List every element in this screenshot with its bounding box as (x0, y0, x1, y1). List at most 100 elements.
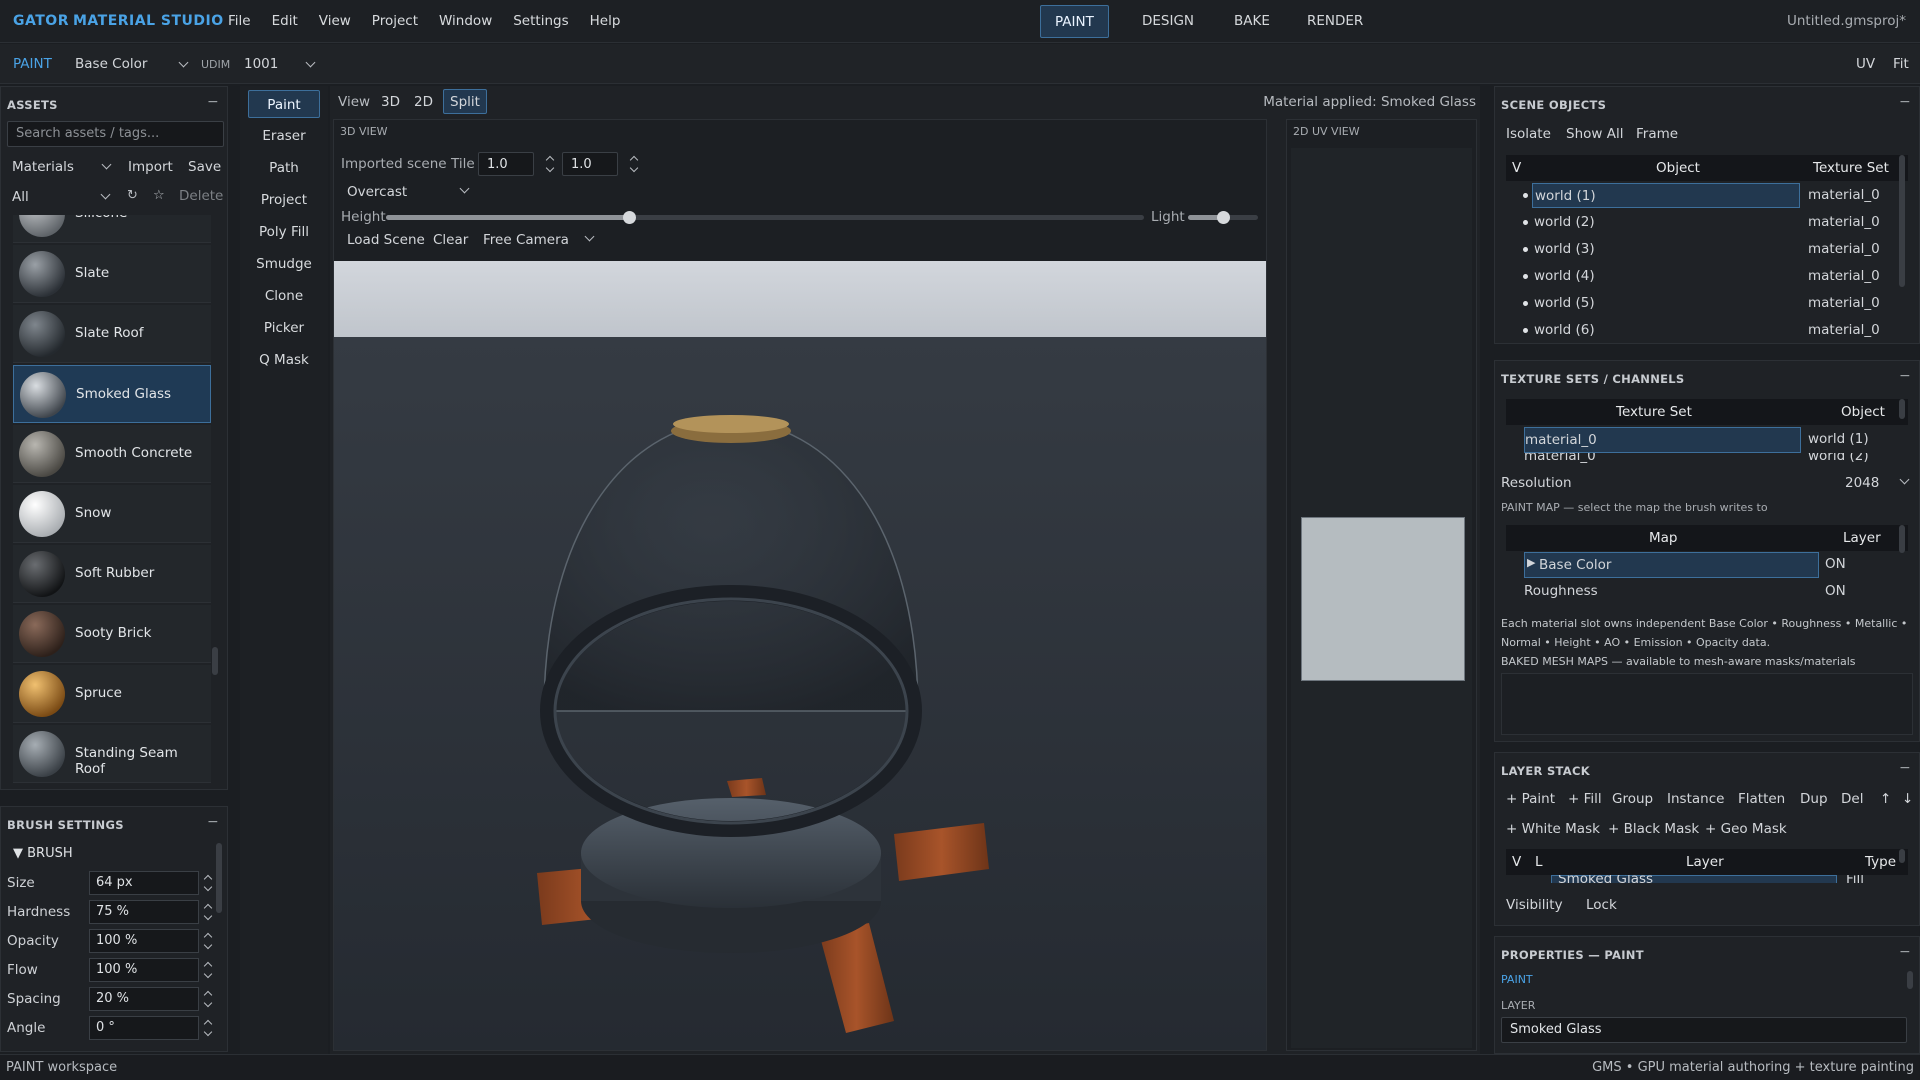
tile-u-stepper[interactable] (545, 154, 555, 174)
menu-window[interactable]: Window (439, 13, 492, 29)
tool-poly-fill[interactable]: Poly Fill (248, 218, 320, 246)
height-slider[interactable] (386, 211, 1144, 224)
stepper-icon[interactable] (203, 873, 213, 893)
brush-size-input[interactable]: 64 px (89, 871, 199, 895)
chevron-down-icon[interactable] (305, 57, 316, 68)
flatten-button[interactable]: Flatten (1738, 791, 1785, 807)
add-white-mask-button[interactable]: + White Mask (1506, 821, 1600, 837)
menu-settings[interactable]: Settings (513, 13, 568, 29)
lock-button[interactable]: Lock (1586, 897, 1617, 913)
fit-button[interactable]: Fit (1893, 56, 1909, 72)
delete-layer-button[interactable]: Del (1841, 791, 1863, 807)
asset-category-select[interactable]: Materials (12, 159, 74, 175)
refresh-icon[interactable]: ↻ (127, 188, 138, 203)
properties-scrollbar[interactable] (1907, 971, 1913, 989)
stepper-icon[interactable] (203, 931, 213, 951)
import-button[interactable]: Import (128, 159, 173, 175)
tool-clone[interactable]: Clone (248, 282, 320, 310)
map-layer-state[interactable]: ON (1825, 583, 1846, 599)
asset-item[interactable]: Sooty Brick (13, 605, 211, 663)
chevron-down-icon[interactable] (1899, 474, 1910, 485)
stepper-icon[interactable] (203, 989, 213, 1009)
tool-path[interactable]: Path (248, 154, 320, 182)
map-name[interactable]: Roughness (1524, 583, 1598, 599)
visibility-button[interactable]: Visibility (1506, 897, 1563, 913)
layer-scrollbar[interactable] (1899, 849, 1905, 863)
sky-select[interactable]: Overcast (347, 184, 407, 200)
collapse-icon[interactable]: − (1899, 944, 1911, 960)
asset-item[interactable]: Snow (13, 485, 211, 543)
scene-object-row[interactable]: world (4) material_0 (1506, 264, 1908, 290)
asset-item[interactable]: Standing Seam Roof (13, 725, 211, 783)
chevron-down-icon[interactable] (178, 57, 189, 68)
scene-object-row[interactable]: world (2) material_0 (1506, 210, 1908, 236)
brush-angle-input[interactable]: 0 ° (89, 1016, 199, 1040)
chevron-down-icon[interactable] (101, 159, 112, 170)
stepper-icon[interactable] (203, 960, 213, 980)
workspace-tab-render[interactable]: RENDER (1293, 5, 1377, 38)
asset-item[interactable]: Silicone (13, 215, 211, 243)
add-paint-layer-button[interactable]: + Paint (1506, 791, 1555, 807)
tool-project[interactable]: Project (248, 186, 320, 214)
asset-list-scrollbar[interactable] (212, 647, 218, 675)
brush-flow-input[interactable]: 100 % (89, 958, 199, 982)
add-black-mask-button[interactable]: + Black Mask (1608, 821, 1699, 837)
isolate-button[interactable]: Isolate (1506, 126, 1551, 142)
scene-object-row[interactable]: world (1) material_0 (1506, 183, 1908, 209)
tool-paint[interactable]: Paint (248, 90, 320, 118)
load-scene-button[interactable]: Load Scene (347, 232, 425, 248)
asset-item[interactable]: Spruce (13, 665, 211, 723)
visible-dot-icon[interactable] (1523, 274, 1528, 279)
menu-file[interactable]: File (228, 13, 251, 29)
collapse-icon[interactable]: − (207, 94, 219, 110)
tile-u-input[interactable]: 1.0 (478, 152, 534, 176)
texture-sets-scrollbar[interactable] (1899, 399, 1905, 419)
udim-select[interactable]: 1001 (244, 56, 278, 72)
visible-dot-icon[interactable] (1523, 301, 1528, 306)
brush-spacing-input[interactable]: 20 % (89, 987, 199, 1011)
view-mode-2d[interactable]: 2D (414, 94, 433, 110)
group-button[interactable]: Group (1612, 791, 1653, 807)
light-slider[interactable] (1188, 211, 1258, 224)
chevron-down-icon[interactable] (459, 183, 470, 194)
tile-v-stepper[interactable] (629, 154, 639, 174)
tool-smudge[interactable]: Smudge (248, 250, 320, 278)
collapse-icon[interactable]: − (1899, 94, 1911, 110)
menu-project[interactable]: Project (372, 13, 418, 29)
workspace-tab-paint[interactable]: PAINT (1040, 5, 1109, 38)
tile-v-input[interactable]: 1.0 (562, 152, 618, 176)
workspace-tab-bake[interactable]: BAKE (1220, 5, 1284, 38)
resolution-select[interactable]: 2048 (1845, 475, 1879, 491)
tool-q-mask[interactable]: Q Mask (248, 346, 320, 374)
tool-picker[interactable]: Picker (248, 314, 320, 342)
collapse-icon[interactable]: − (207, 814, 219, 830)
menu-view[interactable]: View (319, 13, 351, 29)
duplicate-button[interactable]: Dup (1800, 791, 1828, 807)
move-down-icon[interactable]: ↓ (1902, 791, 1913, 807)
brush-hardness-input[interactable]: 75 % (89, 900, 199, 924)
channel-select[interactable]: Base Color (75, 56, 147, 72)
save-button[interactable]: Save (188, 159, 221, 175)
move-up-icon[interactable]: ↑ (1880, 791, 1891, 807)
star-icon[interactable]: ☆ (153, 188, 165, 203)
workspace-tab-design[interactable]: DESIGN (1128, 5, 1208, 38)
layer-row-clipped[interactable]: Smoked Glass Fill (1506, 875, 1908, 883)
visible-dot-icon[interactable] (1523, 193, 1528, 198)
scene-object-row[interactable]: world (6) material_0 (1506, 318, 1908, 344)
paint-map-row-base-color[interactable]: ▶ Base Color (1524, 552, 1819, 578)
visible-dot-icon[interactable] (1523, 247, 1528, 252)
delete-button[interactable]: Delete (179, 188, 223, 204)
scene-object-row[interactable]: world (5) material_0 (1506, 291, 1908, 317)
viewport-3d-canvas[interactable] (334, 261, 1266, 1050)
uv-toggle-label[interactable]: UV (1856, 56, 1875, 72)
scene-object-row[interactable]: world (3) material_0 (1506, 237, 1908, 263)
collapse-icon[interactable]: − (1899, 368, 1911, 384)
view-mode-split[interactable]: Split (443, 89, 487, 114)
visible-dot-icon[interactable] (1523, 220, 1528, 225)
clear-button[interactable]: Clear (433, 232, 468, 248)
instance-button[interactable]: Instance (1667, 791, 1724, 807)
stepper-icon[interactable] (203, 1018, 213, 1038)
tool-eraser[interactable]: Eraser (248, 122, 320, 150)
asset-item[interactable]: Slate Roof (13, 305, 211, 363)
view-mode-3d[interactable]: 3D (381, 94, 400, 110)
